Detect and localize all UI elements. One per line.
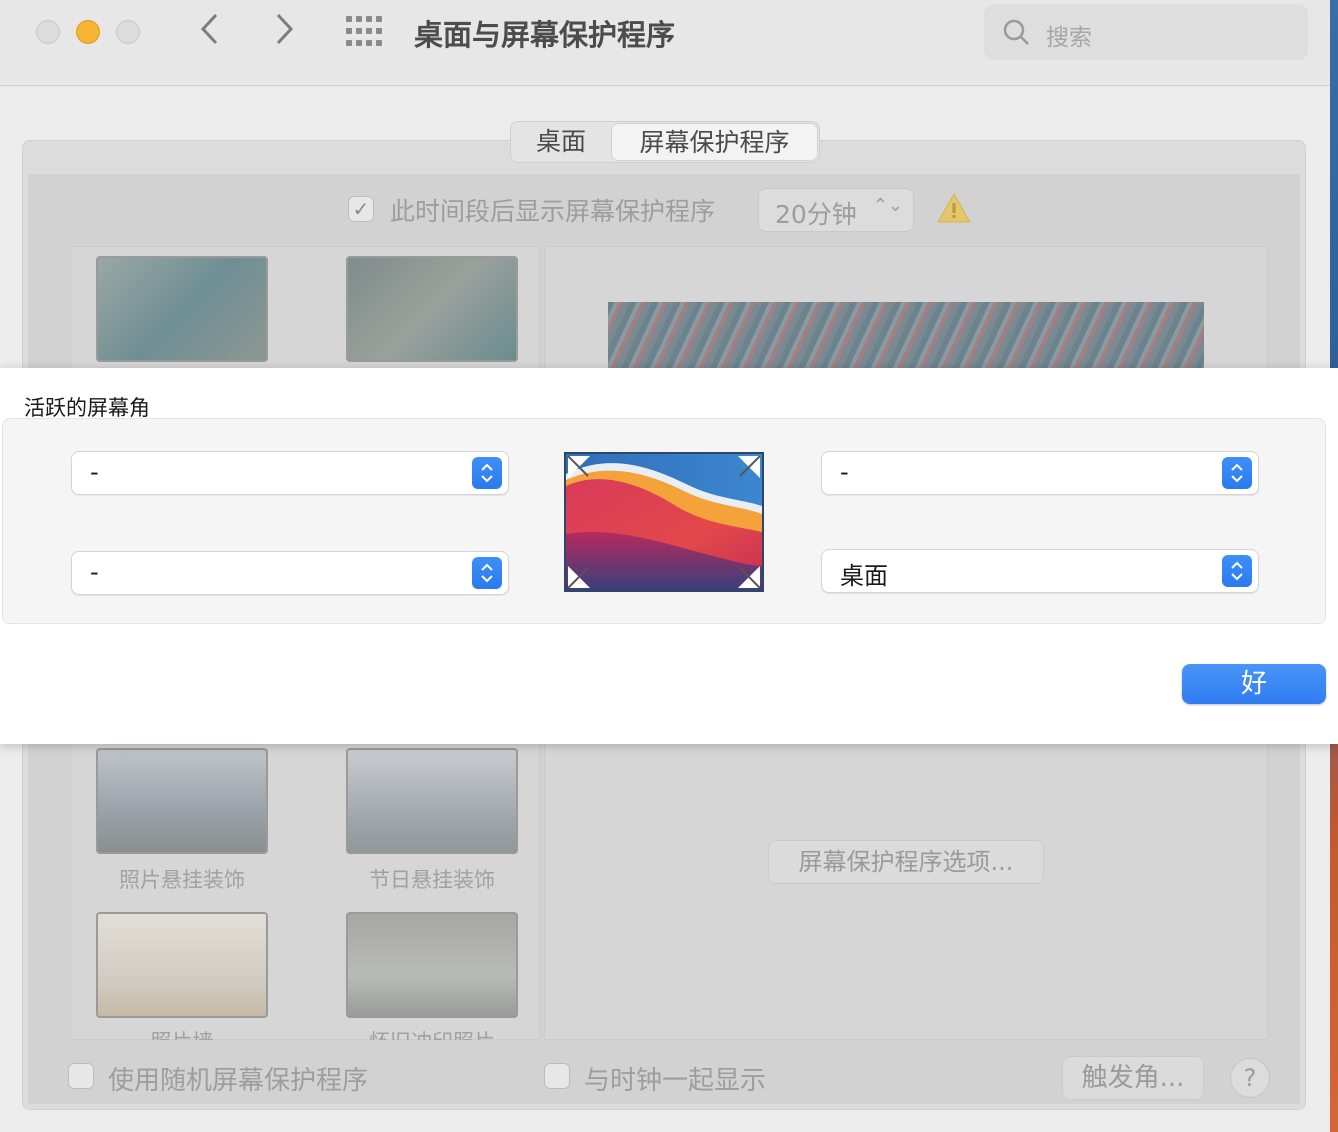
tab-bar: 桌面 屏幕保护程序 bbox=[510, 121, 820, 163]
screensaver-options-button[interactable]: 屏幕保护程序选项... bbox=[768, 840, 1044, 884]
hot-corners-button[interactable]: 触发角... bbox=[1062, 1056, 1204, 1100]
top-right-value: - bbox=[840, 458, 849, 486]
thumb-label-holiday-hanging: 节日悬挂装饰 bbox=[369, 868, 495, 892]
stepper-icon bbox=[472, 457, 502, 489]
stepper-icon bbox=[1222, 457, 1252, 489]
chevron-right-icon bbox=[276, 13, 294, 45]
bottom-left-corner-popup[interactable]: - bbox=[72, 552, 508, 594]
window-title: 桌面与屏幕保护程序 bbox=[414, 18, 676, 52]
screen-corners-preview bbox=[564, 452, 764, 592]
preview-image bbox=[608, 302, 1204, 370]
ok-button[interactable]: 好 bbox=[1182, 664, 1326, 704]
wallpaper-image bbox=[566, 454, 762, 590]
time-value: 20分钟 bbox=[775, 200, 857, 229]
top-right-corner-marker-icon bbox=[738, 456, 760, 478]
bottom-left-value: - bbox=[90, 558, 99, 586]
chevron-left-icon bbox=[200, 13, 218, 45]
stepper-icon bbox=[1222, 555, 1252, 587]
warning-icon bbox=[937, 192, 971, 223]
thumb-holiday-hanging[interactable] bbox=[346, 748, 518, 854]
thumb-vintage-prints[interactable] bbox=[346, 912, 518, 1018]
forward-button[interactable] bbox=[264, 12, 304, 52]
random-screensaver-label: 使用随机屏幕保护程序 bbox=[108, 1066, 369, 1096]
search-icon bbox=[1003, 19, 1029, 45]
top-left-corner-marker-icon bbox=[568, 456, 590, 478]
show-all-grid-icon[interactable] bbox=[346, 16, 386, 48]
stepper-icon bbox=[472, 557, 502, 589]
thumb-sliding[interactable] bbox=[346, 256, 518, 362]
thumb-label-vintage-prints: 怀旧冲印照片 bbox=[346, 1026, 518, 1040]
stepper-icon: ⌃⌄ bbox=[872, 195, 903, 216]
top-right-corner-popup[interactable]: - bbox=[822, 452, 1258, 494]
show-clock-checkbox[interactable] bbox=[544, 1063, 570, 1089]
show-clock-label: 与时钟一起显示 bbox=[584, 1066, 767, 1096]
close-window-button[interactable] bbox=[36, 20, 60, 44]
bottom-right-corner-marker-icon bbox=[738, 566, 760, 588]
show-after-label: 此时间段后显示屏幕保护程序 bbox=[390, 197, 716, 226]
time-popup[interactable]: 20分钟 ⌃⌄ bbox=[758, 188, 914, 232]
bottom-right-corner-popup[interactable]: 桌面 bbox=[822, 550, 1258, 592]
thumb-label-photo-hanging: 照片悬挂装饰 bbox=[119, 868, 245, 892]
thumb-label-photo-wall: 照片墙 bbox=[96, 1026, 268, 1040]
show-after-checkbox[interactable]: ✓ bbox=[348, 196, 374, 222]
back-button[interactable] bbox=[190, 12, 230, 52]
search-placeholder: 搜索 bbox=[1046, 25, 1092, 51]
minimize-window-button[interactable] bbox=[76, 20, 100, 44]
thumb-photo-hanging[interactable] bbox=[96, 748, 268, 854]
tab-screensaver[interactable]: 屏幕保护程序 bbox=[611, 123, 818, 161]
title-bar: 桌面与屏幕保护程序 搜索 bbox=[0, 0, 1330, 86]
top-left-corner-popup[interactable]: - bbox=[72, 452, 508, 494]
random-screensaver-checkbox[interactable] bbox=[68, 1063, 94, 1089]
top-left-value: - bbox=[90, 458, 99, 486]
search-field[interactable]: 搜索 bbox=[984, 4, 1308, 60]
bottom-right-value: 桌面 bbox=[840, 562, 888, 590]
zoom-window-button[interactable] bbox=[116, 20, 140, 44]
help-button[interactable]: ? bbox=[1230, 1058, 1270, 1098]
thumb-photo-wall[interactable] bbox=[96, 912, 268, 1018]
tab-desktop[interactable]: 桌面 bbox=[511, 122, 611, 162]
thumb-collage[interactable] bbox=[96, 256, 268, 362]
bottom-left-corner-marker-icon bbox=[568, 566, 590, 588]
hot-corners-sheet: 活跃的屏幕角 - - - 桌面 好 bbox=[0, 368, 1338, 744]
